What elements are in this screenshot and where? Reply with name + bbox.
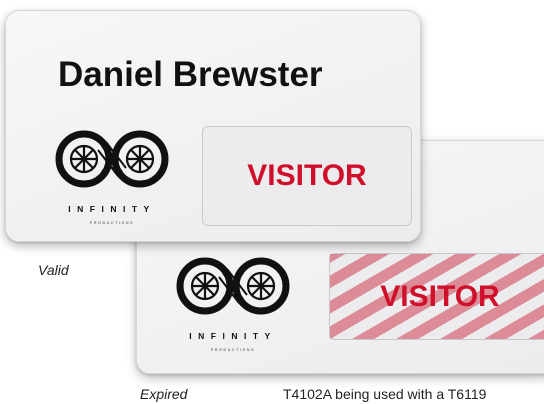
logo-wordmark: INFINITY: [189, 331, 277, 341]
caption-note: T4102A being used with a T6119: [283, 386, 487, 402]
infinity-logo: INFINITY PRODUCTIONS: [167, 253, 299, 358]
logo-subtitle: PRODUCTIONS: [210, 348, 256, 352]
infinity-logo-icon: [55, 130, 169, 188]
visitor-label-expired: VISITOR: [380, 280, 500, 313]
logo-wordmark: INFINITY: [68, 204, 156, 214]
visitor-panel-expired: VISITOR: [329, 253, 544, 340]
valid-badge: Daniel Brewster INFINITY PRODUCTIONS VIS…: [5, 10, 421, 242]
badge-name: Daniel Brewster: [58, 55, 323, 94]
caption-expired: Expired: [140, 386, 188, 402]
visitor-label-valid: VISITOR: [247, 159, 367, 192]
caption-valid: Valid: [38, 262, 69, 278]
visitor-panel-valid: VISITOR: [202, 126, 412, 226]
infinity-logo-icon: [176, 257, 290, 315]
logo-subtitle: PRODUCTIONS: [89, 221, 135, 225]
infinity-logo: INFINITY PRODUCTIONS: [46, 126, 178, 231]
